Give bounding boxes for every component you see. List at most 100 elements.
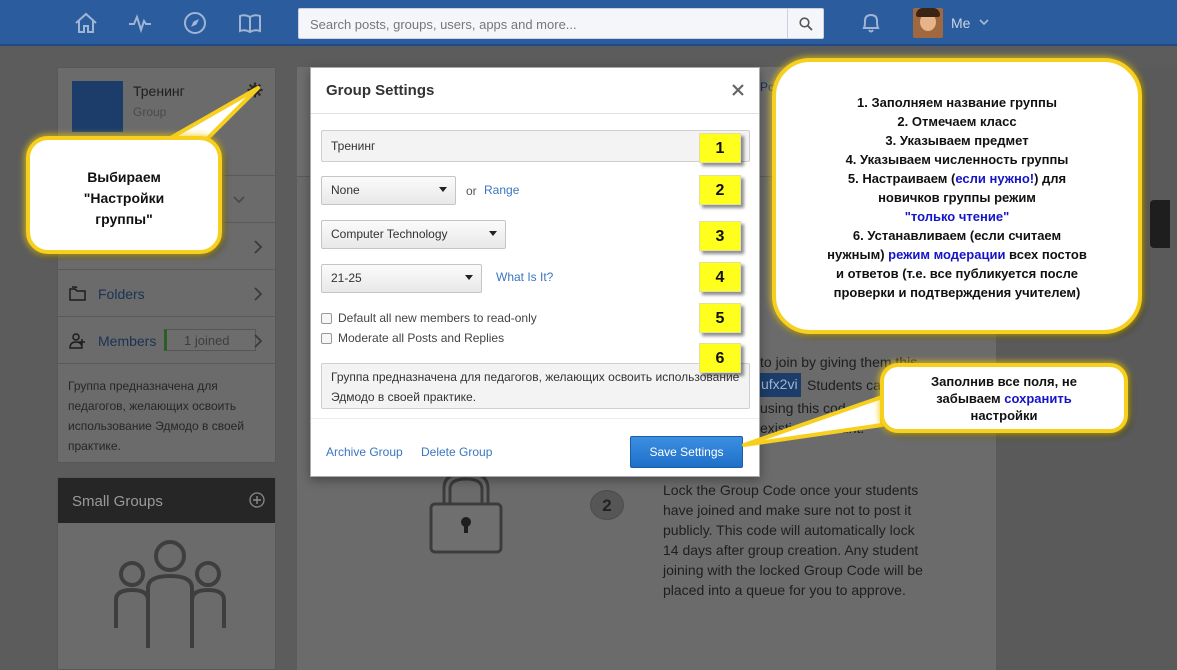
close-icon[interactable] bbox=[730, 82, 746, 98]
or-label: or bbox=[466, 184, 477, 198]
top-navigation-bar: Search posts, groups, users, apps and mo… bbox=[0, 0, 1177, 46]
callout-line: 3. Указываем предмет bbox=[885, 133, 1029, 148]
steps-callout: 1. Заполняем название группы 2. Отмечаем… bbox=[772, 58, 1142, 334]
callout-line: 5. Настраиваем (если нужно!) для bbox=[776, 169, 1138, 188]
step-badge-5: 5 bbox=[699, 303, 741, 333]
save-hint-callout: Заполнив все поля, не забываем сохранить… bbox=[880, 363, 1128, 433]
sidebar-item-label: Folders bbox=[98, 286, 145, 302]
step-badge-1: 1 bbox=[699, 133, 741, 163]
divider bbox=[311, 113, 759, 114]
dropdown-arrow-icon bbox=[439, 187, 447, 192]
activity-icon[interactable] bbox=[127, 10, 153, 36]
side-tab[interactable] bbox=[1150, 200, 1170, 248]
chevron-right-icon bbox=[254, 287, 263, 301]
members-icon bbox=[69, 333, 85, 349]
moderate-checkbox[interactable] bbox=[321, 333, 332, 344]
step-badge-4: 4 bbox=[699, 262, 741, 292]
members-joined-count: 1 joined bbox=[184, 333, 230, 348]
callout-line: и ответов (т.е. все публикуется после bbox=[835, 266, 1079, 281]
search-placeholder: Search posts, groups, users, apps and mo… bbox=[310, 17, 577, 32]
step-badge-3: 3 bbox=[699, 221, 741, 251]
callout-highlight: режим модерации bbox=[888, 247, 1006, 262]
group-size-value: 21-25 bbox=[331, 271, 362, 285]
callout-line: Выбираем bbox=[87, 169, 161, 185]
read-only-checkbox[interactable] bbox=[321, 313, 332, 324]
search-icon bbox=[799, 17, 813, 31]
callout-line: 6. Устанавливаем (если считаем bbox=[852, 228, 1062, 243]
callout-text: всех постов bbox=[1005, 247, 1087, 262]
callout-text: ) для bbox=[1034, 171, 1067, 186]
subject-select-value: Computer Technology bbox=[331, 227, 448, 241]
callout-line: "Настройки bbox=[83, 190, 165, 206]
divider bbox=[58, 363, 277, 364]
library-book-icon[interactable] bbox=[237, 10, 263, 36]
home-icon[interactable] bbox=[73, 10, 99, 36]
group-description-value: Группа предназначена для педагогов, жела… bbox=[331, 370, 740, 404]
callout-line: проверки и подтверждения учителем) bbox=[833, 285, 1081, 300]
callout-line: забываем сохранить bbox=[884, 390, 1124, 407]
members-joined-badge: 1 joined bbox=[164, 329, 256, 351]
folders-icon bbox=[69, 286, 86, 301]
range-link[interactable]: Range bbox=[484, 183, 519, 197]
step-badge-6: 6 bbox=[699, 343, 741, 373]
delete-group-link[interactable]: Delete Group bbox=[421, 445, 492, 459]
callout-line: 4. Указываем численность группы bbox=[845, 152, 1069, 167]
sidebar-item-members[interactable]: Members 1 joined bbox=[58, 316, 277, 363]
group-name-value: Тренинг bbox=[331, 139, 376, 153]
group-description: Группа предназначена для педагогов, жела… bbox=[68, 379, 245, 453]
people-group-icon bbox=[114, 540, 226, 648]
moderate-label: Moderate all Posts and Replies bbox=[338, 331, 505, 345]
save-settings-button[interactable]: Save Settings bbox=[630, 436, 743, 468]
small-groups-title: Small Groups bbox=[72, 493, 163, 510]
discover-compass-icon[interactable] bbox=[182, 10, 208, 36]
step-badge-2: 2 bbox=[699, 175, 741, 205]
callout-pointer bbox=[742, 395, 884, 447]
notifications-bell-icon[interactable] bbox=[860, 11, 882, 35]
read-only-label: Default all new members to read-only bbox=[338, 311, 537, 325]
callout-line: нужным) режим модерации всех постов bbox=[776, 245, 1138, 264]
callout-highlight: сохранить bbox=[1004, 391, 1072, 406]
callout-text: нужным) bbox=[827, 247, 889, 262]
chevron-right-icon bbox=[254, 240, 263, 254]
chevron-right-icon bbox=[254, 334, 263, 348]
small-groups-header: Small Groups bbox=[58, 478, 275, 523]
small-groups-panel: Small Groups bbox=[57, 477, 276, 670]
what-is-it-link[interactable]: What Is It? bbox=[496, 270, 553, 284]
sidebar-item-label: Members bbox=[98, 333, 157, 349]
chevron-down-icon[interactable] bbox=[978, 16, 990, 28]
callout-line: 2. Отмечаем класс bbox=[897, 114, 1017, 129]
group-name-field[interactable]: Тренинг bbox=[321, 130, 750, 162]
group-settings-dialog: Group Settings Тренинг None or Range Com… bbox=[310, 67, 760, 477]
chevron-down-icon bbox=[233, 196, 245, 204]
group-thumbnail bbox=[72, 81, 123, 132]
callout-text: забываем bbox=[936, 391, 1005, 406]
callout-line: новичков группы режим bbox=[878, 190, 1036, 205]
lock-code-instructions: Lock the Group Code once your students h… bbox=[663, 482, 923, 598]
callout-line: Заполнив все поля, не bbox=[931, 374, 1077, 389]
callout-line: настройки bbox=[970, 408, 1038, 423]
add-small-group-icon[interactable] bbox=[249, 492, 265, 508]
search-input[interactable]: Search posts, groups, users, apps and mo… bbox=[298, 8, 824, 39]
callout-line: 1. Заполняем название группы bbox=[857, 95, 1057, 110]
divider bbox=[311, 418, 759, 419]
callout-highlight: если нужно! bbox=[955, 171, 1035, 186]
dropdown-arrow-icon bbox=[489, 231, 497, 236]
dialog-title: Group Settings bbox=[326, 82, 435, 99]
padlock-icon bbox=[429, 471, 503, 554]
sidebar-item-folders[interactable]: Folders bbox=[58, 269, 277, 316]
user-menu-label[interactable]: Me bbox=[951, 15, 970, 31]
user-avatar[interactable] bbox=[913, 8, 943, 38]
archive-group-link[interactable]: Archive Group bbox=[326, 445, 403, 459]
subject-select[interactable]: Computer Technology bbox=[321, 220, 506, 249]
callout-highlight: "только чтение" bbox=[904, 209, 1010, 224]
step-two-circle: 2 bbox=[590, 490, 624, 520]
callout-text: 5. Настраиваем ( bbox=[847, 171, 956, 186]
group-size-select[interactable]: 21-25 bbox=[321, 264, 482, 293]
search-button[interactable] bbox=[787, 9, 823, 38]
callout-line: группы" bbox=[95, 211, 153, 227]
settings-hint-callout: Выбираем "Настройки группы" bbox=[26, 136, 222, 254]
grade-select-value: None bbox=[331, 183, 360, 197]
group-description-textarea[interactable]: Группа предназначена для педагогов, жела… bbox=[321, 363, 750, 409]
dropdown-arrow-icon bbox=[465, 275, 473, 280]
grade-select[interactable]: None bbox=[321, 176, 456, 205]
